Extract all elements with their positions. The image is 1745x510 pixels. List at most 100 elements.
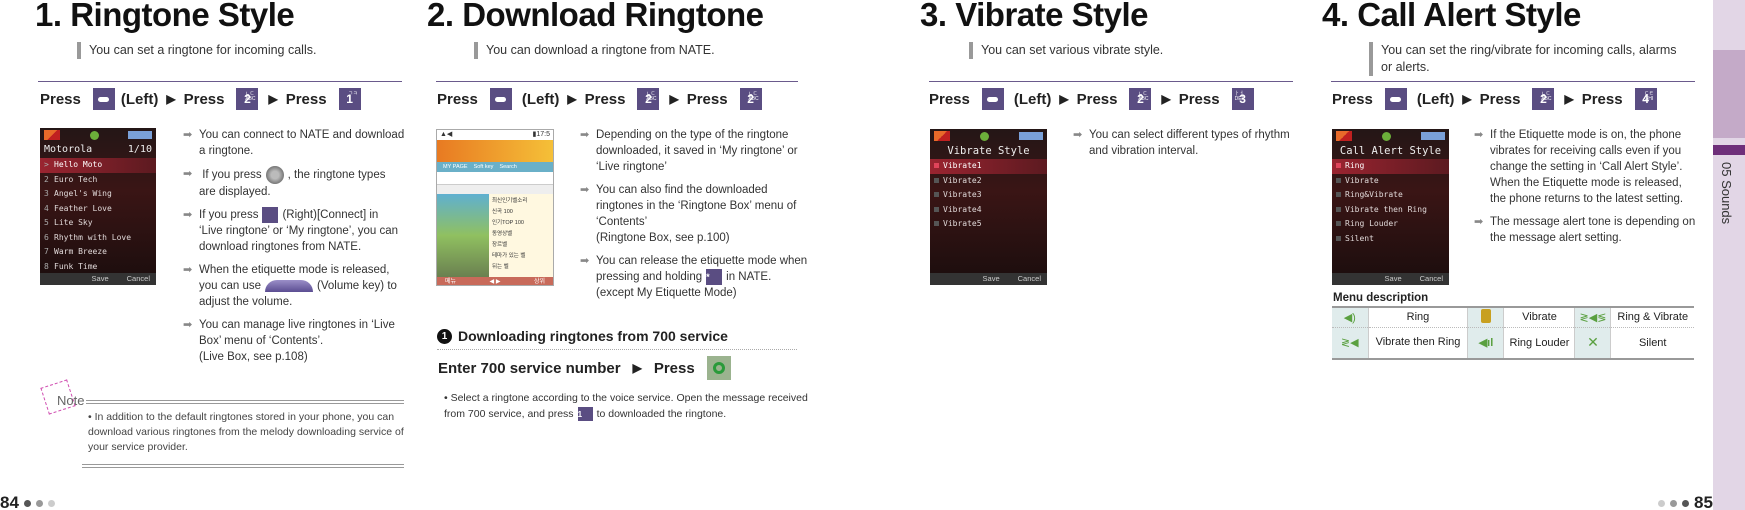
bullet-item: ➡ When the etiquette mode is released, yo… bbox=[183, 262, 405, 310]
left-label: (Left) bbox=[521, 90, 560, 108]
chapter-side-tab: 05 Sounds bbox=[1713, 0, 1745, 510]
key-2-icon: 2 ㄴㄷ ABC bbox=[1129, 88, 1152, 110]
nate-tab[interactable]: Soft key bbox=[474, 164, 494, 170]
softkey-cancel[interactable]: Cancel bbox=[1018, 273, 1041, 285]
nate-menu-item[interactable]: 장르벨 bbox=[492, 240, 550, 251]
press-label: Press bbox=[1332, 90, 1373, 108]
list-item-label: Feather Love bbox=[54, 203, 112, 213]
subsection-heading: 1 Downloading ringtones from 700 service bbox=[437, 328, 728, 344]
list-item[interactable]: 8 Funk Time bbox=[40, 260, 156, 275]
bullet-text: If you press bbox=[202, 169, 262, 182]
nate-notice-bar bbox=[437, 184, 553, 194]
list-item[interactable]: Vibrate1 bbox=[930, 159, 1047, 174]
section-number: 1. bbox=[35, 0, 62, 33]
minus-key-icon bbox=[92, 88, 115, 110]
softkey-save[interactable]: Save bbox=[983, 273, 1000, 285]
arrow-bullet-icon: ➡ bbox=[183, 209, 193, 221]
bullet-text: in NATE. bbox=[726, 271, 772, 284]
status-bar bbox=[40, 128, 156, 142]
nate-menu-item[interactable]: 신곡 100 bbox=[492, 207, 550, 218]
list-item[interactable]: Vibrate then Ring bbox=[1332, 203, 1449, 218]
list-item[interactable]: Ring bbox=[1332, 159, 1449, 174]
softkey-save[interactable]: Save bbox=[92, 273, 109, 285]
arrow-right-icon: ▶ bbox=[567, 92, 577, 106]
bullet-item: ➡ If the Etiquette mode is on, the phone … bbox=[1474, 127, 1696, 207]
press-label: Press bbox=[1178, 90, 1220, 108]
table-cell: Vibrate bbox=[1503, 306, 1575, 327]
nate-tab[interactable]: MY PAGE bbox=[443, 164, 468, 170]
subsection-heading-text: Downloading ringtones from 700 service bbox=[458, 328, 728, 344]
page-dot-icon bbox=[1670, 499, 1677, 507]
key-4-icon: 4 ㄷㅌ GHI bbox=[1634, 88, 1657, 110]
list-item[interactable]: Vibrate3 bbox=[930, 188, 1047, 203]
list-item[interactable]: Vibrate4 bbox=[930, 203, 1047, 218]
softkey-bar: Save Cancel bbox=[930, 273, 1047, 285]
nate-menu-item[interactable]: 동영상벨 bbox=[492, 229, 550, 240]
list-item[interactable]: 2 Euro Tech bbox=[40, 173, 156, 188]
arrow-right-icon: ▶ bbox=[1462, 92, 1472, 106]
bullet-reference: (Live Box, see p.108) bbox=[199, 351, 308, 364]
list-item[interactable]: Vibrate bbox=[1332, 174, 1449, 189]
list-item[interactable]: Vibrate2 bbox=[930, 174, 1047, 189]
phone-page-indicator: 1/10 bbox=[127, 144, 152, 155]
ring-icon: ◀) bbox=[1332, 306, 1368, 327]
list-item[interactable]: 3 Angel's Wing bbox=[40, 187, 156, 202]
list-item[interactable]: > Hello Moto bbox=[40, 158, 156, 173]
press-label: Press bbox=[1076, 90, 1118, 108]
nate-menu-item[interactable]: 인기TOP 100 bbox=[492, 218, 550, 229]
press-label: Press bbox=[653, 359, 695, 377]
phone-screen-call-alert: Call Alert Style Ring Vibrate Ring&Vibra… bbox=[1332, 129, 1449, 285]
list-item-label: Vibrate2 bbox=[943, 175, 982, 185]
bullet-text: You can select different types of rhythm… bbox=[1089, 129, 1290, 157]
section-title-text: Ringtone Style bbox=[70, 0, 295, 33]
bullet-item: ➡ You can manage live ringtones in ‘Live … bbox=[183, 317, 405, 365]
status-bar: ▲◀ ▮17:5 bbox=[437, 130, 553, 140]
bullet-text: You can manage live ringtones in ‘Live B… bbox=[199, 319, 395, 348]
bullet-item: ➡ You can select different types of rhyth… bbox=[1073, 127, 1295, 159]
list-item[interactable]: 4 Feather Love bbox=[40, 202, 156, 217]
list-item[interactable]: 7 Warm Breeze bbox=[40, 245, 156, 260]
list-item-label: Vibrate bbox=[1345, 175, 1379, 185]
phone-screen-ringtone: Motorola 1/10 > Hello Moto 2 Euro Tech 3 An… bbox=[40, 128, 156, 285]
ring-louder-icon: ◀ıl bbox=[1467, 326, 1504, 360]
section-number: 4. bbox=[1322, 0, 1349, 33]
ring-and-vibrate-icon: ≷◀≶ bbox=[1574, 306, 1611, 327]
dotted-divider bbox=[437, 349, 797, 350]
softkey-cancel[interactable]: Cancel bbox=[1420, 273, 1443, 285]
nate-menu-item[interactable]: 최신인기벨소리 bbox=[492, 196, 550, 207]
send-key-icon bbox=[706, 356, 731, 380]
list-item[interactable]: 5 Lite Sky bbox=[40, 216, 156, 231]
list-item[interactable]: Ring Louder bbox=[1332, 217, 1449, 232]
minus-key-icon bbox=[981, 88, 1004, 110]
softkey-save[interactable]: Save bbox=[1385, 273, 1402, 285]
nate-menu-item[interactable]: 뒤는 벨 bbox=[492, 262, 550, 273]
bullet-item: ➡ You can release the etiquette mode when… bbox=[580, 253, 812, 301]
section-4-bullets: ➡ If the Etiquette mode is on, the phone … bbox=[1474, 127, 1696, 253]
softkey-up[interactable]: 상위 bbox=[534, 277, 545, 285]
section-2-bullets: ➡ Depending on the type of the ringtone d… bbox=[580, 127, 812, 308]
phone-title: Motorola 1/10 bbox=[40, 142, 156, 158]
section-3-press-sequence: Press (Left) ▶ Press 2 ㄴㄷ ABC ▶ Press 3 ㅏㅓ D… bbox=[929, 88, 1254, 110]
list-item-label: Rhythm with Love bbox=[54, 232, 132, 242]
note-top-rule bbox=[86, 400, 404, 404]
list-item[interactable]: Ring&Vibrate bbox=[1332, 188, 1449, 203]
list-item[interactable]: Silent bbox=[1332, 232, 1449, 247]
bullet-item: ➡ If you press, the ringtone types are d… bbox=[183, 166, 405, 200]
nate-menu-item[interactable]: 테마가 있는 벨 bbox=[492, 251, 550, 262]
softkey-menu[interactable]: 메뉴 bbox=[445, 277, 456, 285]
left-label: (Left) bbox=[1013, 90, 1052, 108]
press-label: Press bbox=[1479, 90, 1521, 108]
left-label: (Left) bbox=[120, 90, 159, 108]
softkey-cancel[interactable]: Cancel bbox=[127, 273, 150, 285]
list-item[interactable]: Vibrate5 bbox=[930, 217, 1047, 232]
section-3-bullets: ➡ You can select different types of rhyth… bbox=[1073, 127, 1295, 166]
section-4-title: 4. Call Alert Style bbox=[1322, 0, 1581, 34]
list-item[interactable]: 6 Rhythm with Love bbox=[40, 231, 156, 246]
nate-tab[interactable]: Search bbox=[499, 164, 516, 170]
subsection-number-icon: 1 bbox=[437, 328, 452, 344]
key-2-icon: 2 ㄴㄷ ABC bbox=[236, 88, 259, 110]
nate-search-bar[interactable] bbox=[437, 172, 553, 184]
table-row: ◀) Ring Vibrate ≷◀≶ Ring & Vibrate bbox=[1332, 306, 1694, 327]
star-key-icon: * bbox=[706, 269, 723, 285]
side-tab-accent-bar bbox=[1713, 145, 1745, 155]
